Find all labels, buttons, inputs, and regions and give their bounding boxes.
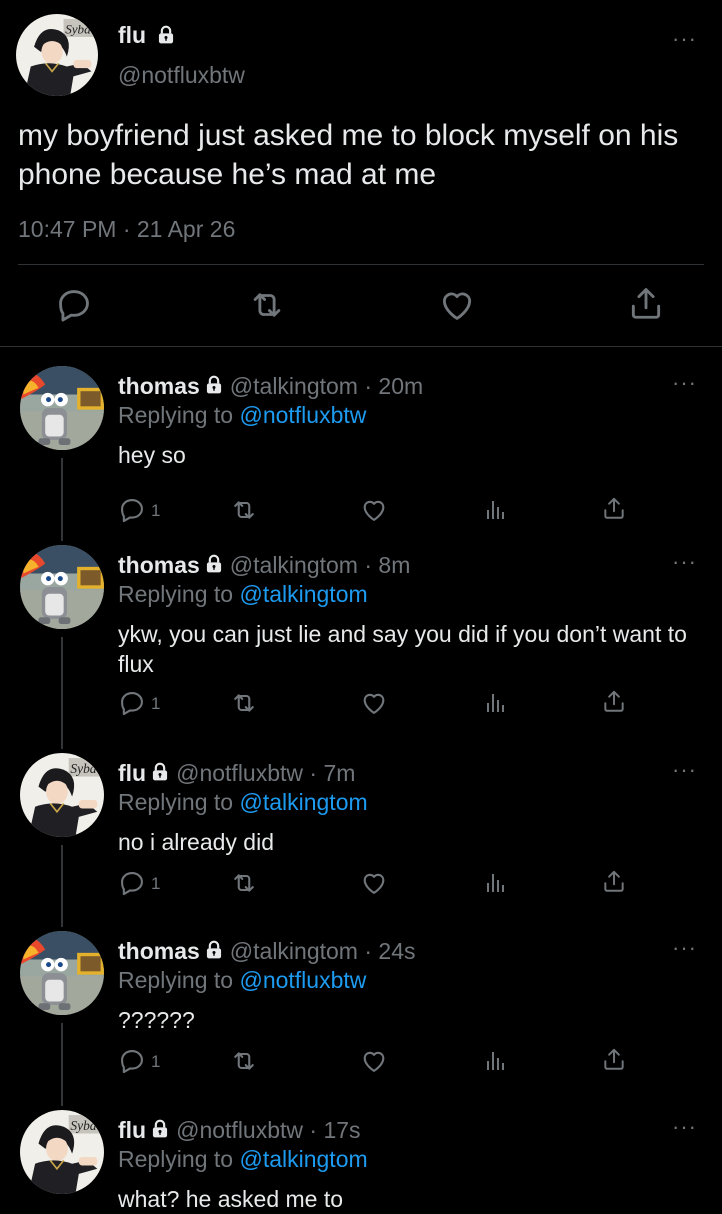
reply-author-name[interactable]: flu — [118, 760, 146, 786]
reply-author-name[interactable]: thomas — [118, 938, 200, 964]
replying-to-link[interactable]: @talkingtom — [239, 1146, 367, 1172]
replying-to-link[interactable]: @talkingtom — [239, 789, 367, 815]
replying-to: Replying to @talkingtom — [118, 580, 368, 608]
reply-age[interactable]: · 7m — [303, 760, 355, 786]
replying-to-label: Replying to — [118, 1146, 240, 1172]
reply-text: ?????? — [118, 1007, 195, 1033]
reply-icon[interactable] — [118, 689, 146, 717]
lock-icon — [200, 552, 230, 578]
replying-to-label: Replying to — [118, 967, 240, 993]
lock-icon — [200, 938, 230, 964]
reply-count: 1 — [151, 1052, 161, 1071]
reply-handle[interactable]: @notfluxbtw — [176, 760, 303, 786]
main-action-bar — [0, 286, 722, 326]
reply-handle[interactable]: @notfluxbtw — [176, 1117, 303, 1143]
divider — [18, 264, 704, 265]
reply-header: flu @notfluxbtw · 17s — [118, 1116, 361, 1144]
author-avatar[interactable] — [16, 14, 98, 96]
more-icon[interactable]: ··· — [672, 372, 697, 394]
reply-age[interactable]: · 8m — [358, 552, 410, 578]
replying-to-label: Replying to — [118, 402, 240, 428]
reply-count: 1 — [151, 694, 161, 713]
replying-to: Replying to @talkingtom — [118, 788, 368, 816]
reply-avatar[interactable] — [20, 1110, 104, 1194]
share-icon[interactable] — [601, 495, 627, 521]
reply-age[interactable]: · 24s — [358, 938, 415, 964]
reply-author-name[interactable]: flu — [118, 1117, 146, 1143]
reply-action-bar: 1 — [0, 496, 722, 526]
reply-icon[interactable] — [118, 1047, 146, 1075]
replying-to-link[interactable]: @notfluxbtw — [239, 402, 366, 428]
reply-text: ykw, you can just lie and say you did if… — [118, 621, 687, 677]
reply-header: thomas @talkingtom · 20m — [118, 372, 423, 400]
reply-avatar[interactable] — [20, 545, 104, 629]
more-icon[interactable]: ··· — [672, 551, 697, 573]
reply-author-name[interactable]: thomas — [118, 552, 200, 578]
reply-icon[interactable] — [118, 496, 146, 524]
share-icon[interactable] — [601, 688, 627, 714]
author-name-row[interactable]: flu — [118, 20, 176, 50]
replying-to-label: Replying to — [118, 581, 240, 607]
heart-icon[interactable] — [438, 286, 476, 324]
share-icon[interactable] — [627, 284, 665, 322]
reply-count: 1 — [151, 501, 161, 520]
more-icon[interactable]: ··· — [672, 937, 697, 959]
reply-handle[interactable]: @talkingtom — [230, 938, 358, 964]
reply-age[interactable]: · 17s — [303, 1117, 360, 1143]
reply-avatar[interactable] — [20, 753, 104, 837]
share-icon[interactable] — [601, 868, 627, 894]
replying-to: Replying to @notfluxbtw — [118, 966, 366, 994]
heart-icon[interactable] — [360, 689, 388, 717]
reply-icon[interactable] — [118, 869, 146, 897]
reply-text: no i already did — [118, 829, 274, 855]
replying-to-label: Replying to — [118, 789, 240, 815]
analytics-icon[interactable] — [484, 871, 508, 895]
reply-handle[interactable]: @talkingtom — [230, 552, 358, 578]
replying-to: Replying to @notfluxbtw — [118, 401, 366, 429]
analytics-icon[interactable] — [484, 1049, 508, 1073]
heart-icon[interactable] — [360, 869, 388, 897]
tweet-text: my boyfriend just asked me to block myse… — [18, 119, 679, 191]
author-handle[interactable]: @notfluxbtw — [118, 60, 245, 90]
retweet-icon[interactable] — [230, 496, 258, 524]
replying-to: Replying to @talkingtom — [118, 1145, 368, 1173]
reply-author-name[interactable]: thomas — [118, 373, 200, 399]
divider — [0, 346, 722, 347]
reply-header: flu @notfluxbtw · 7m — [118, 759, 355, 787]
author-name[interactable]: flu — [118, 22, 146, 48]
reply-action-bar: 1 — [0, 869, 722, 899]
lock-icon — [156, 25, 176, 45]
more-icon[interactable]: ··· — [672, 28, 697, 50]
lock-icon — [146, 1117, 176, 1143]
retweet-icon[interactable] — [230, 869, 258, 897]
reply-text: what? he asked me to — [118, 1186, 344, 1212]
reply-header: thomas @talkingtom · 24s — [118, 937, 416, 965]
reply-avatar[interactable] — [20, 366, 104, 450]
tweet-timestamp[interactable]: 10:47 PM · 21 Apr 26 — [18, 214, 235, 244]
heart-icon[interactable] — [360, 1047, 388, 1075]
heart-icon[interactable] — [360, 496, 388, 524]
share-icon[interactable] — [601, 1046, 627, 1072]
lock-icon — [146, 760, 176, 786]
reply-icon[interactable] — [55, 286, 93, 324]
reply-age[interactable]: · 20m — [358, 373, 423, 399]
analytics-icon[interactable] — [484, 498, 508, 522]
reply-action-bar: 1 — [0, 1047, 722, 1077]
reply-avatar[interactable] — [20, 931, 104, 1015]
analytics-icon[interactable] — [484, 691, 508, 715]
more-icon[interactable]: ··· — [672, 1116, 697, 1138]
replying-to-link[interactable]: @talkingtom — [239, 581, 367, 607]
reply-header: thomas @talkingtom · 8m — [118, 551, 410, 579]
reply-handle[interactable]: @talkingtom — [230, 373, 358, 399]
retweet-icon[interactable] — [230, 1047, 258, 1075]
retweet-icon[interactable] — [248, 286, 286, 324]
more-icon[interactable]: ··· — [672, 759, 697, 781]
reply-count: 1 — [151, 874, 161, 893]
reply-action-bar: 1 — [0, 689, 722, 719]
replying-to-link[interactable]: @notfluxbtw — [239, 967, 366, 993]
retweet-icon[interactable] — [230, 689, 258, 717]
reply-text: hey so — [118, 442, 186, 468]
lock-icon — [200, 373, 230, 399]
